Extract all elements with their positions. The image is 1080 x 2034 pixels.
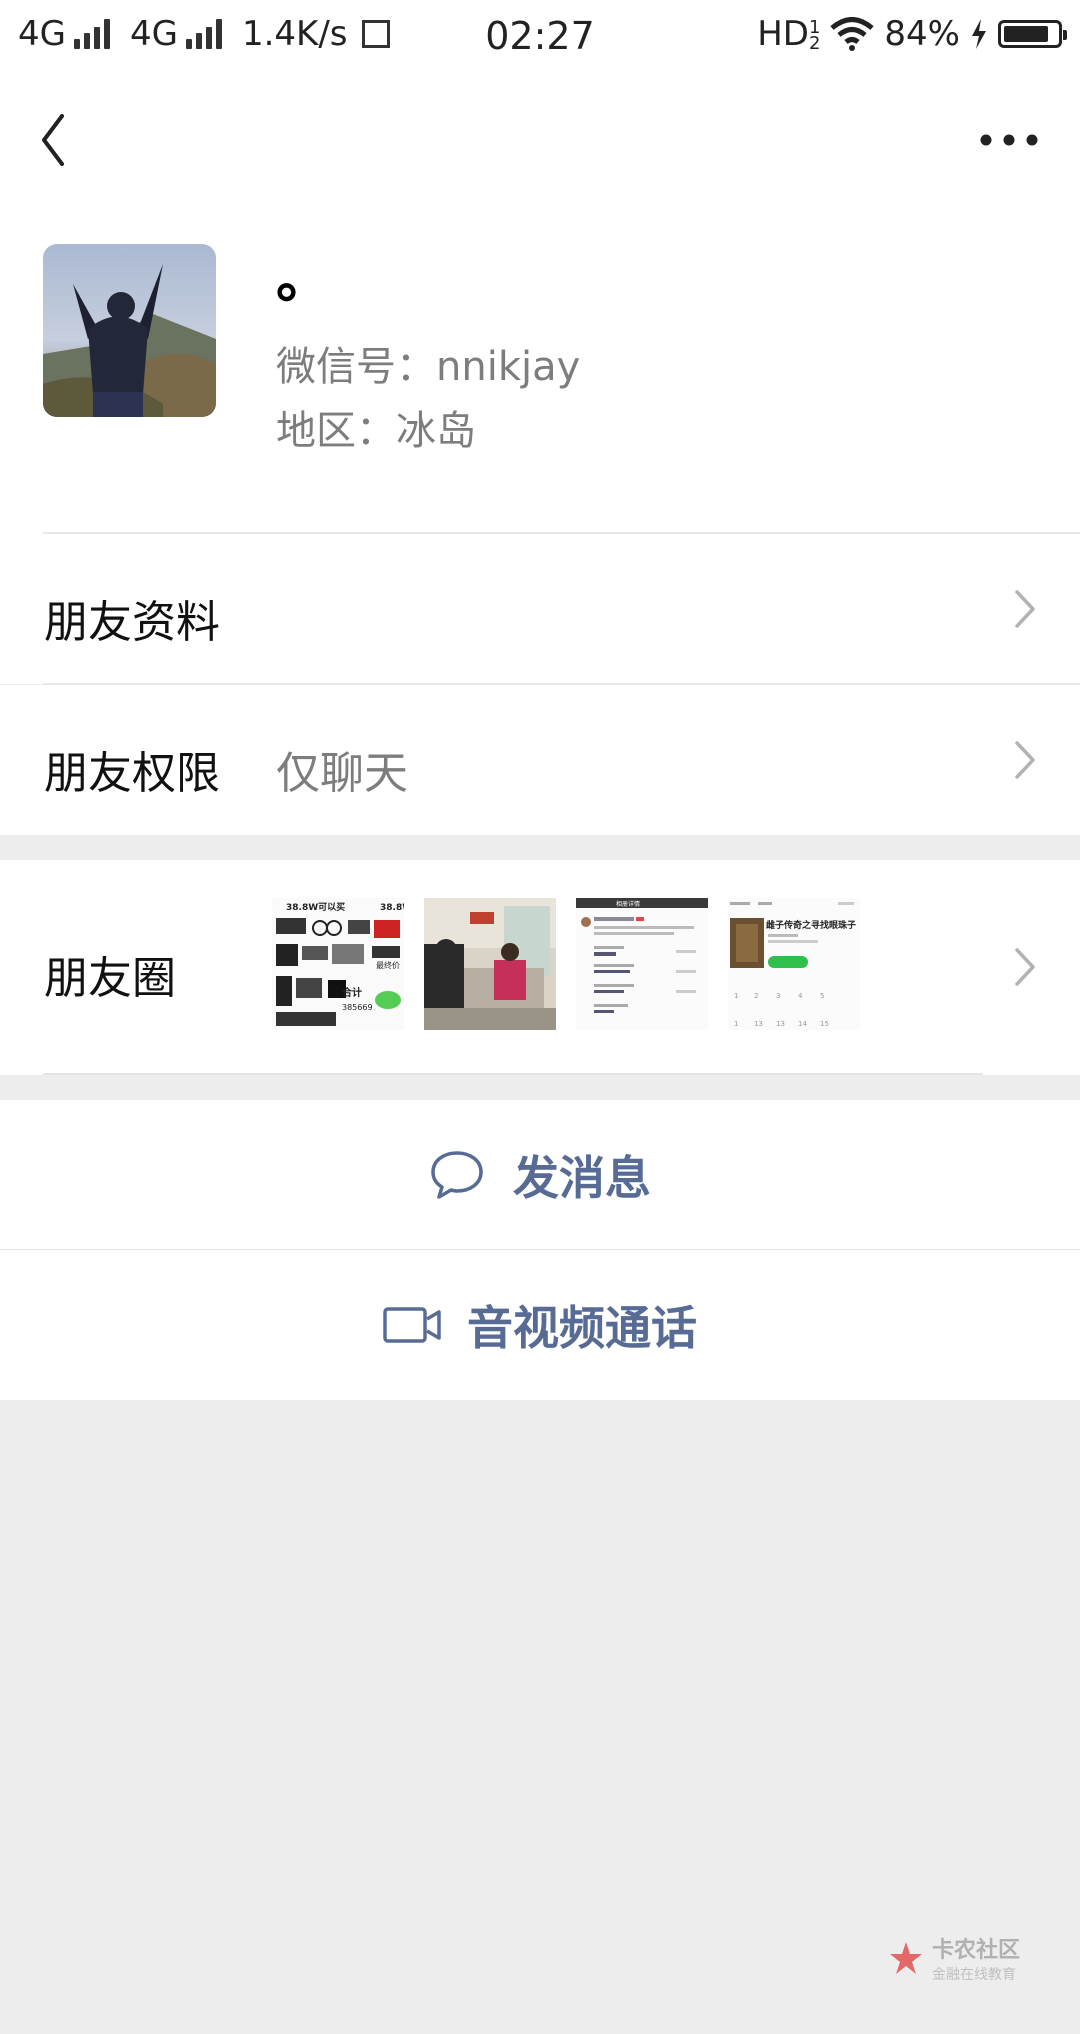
battery-percent: 84% bbox=[884, 14, 960, 54]
thumb-image-1: 38.8W可以买 38.8W 合计 385669 最终价 bbox=[272, 898, 404, 1030]
svg-text:13: 13 bbox=[776, 1020, 785, 1028]
video-camera-icon bbox=[383, 1307, 441, 1343]
thumb-3-caption: 相册详情 bbox=[616, 900, 640, 908]
cell-friend-info[interactable]: 朋友资料 bbox=[0, 534, 1080, 685]
send-message-label: 发消息 bbox=[513, 1151, 651, 1205]
status-left: 4G 4G 1.4K/s bbox=[18, 14, 390, 54]
divider bbox=[43, 1073, 983, 1075]
status-right: HD 1 2 84% bbox=[757, 14, 1067, 54]
battery-icon bbox=[998, 20, 1067, 48]
thumb-1-caption4: 385669 bbox=[342, 1003, 373, 1012]
nav-bar bbox=[0, 74, 1080, 204]
watermark: 卡农社区 金融在线教育 bbox=[888, 1932, 1020, 1984]
cell-friend-permission-value: 仅聊天 bbox=[276, 748, 408, 799]
chevron-right-icon bbox=[1015, 590, 1035, 628]
notification-icon bbox=[361, 20, 390, 48]
watermark-title: 卡农社区 bbox=[931, 1938, 1020, 1963]
thumb-1-caption: 38.8W可以买 bbox=[286, 902, 345, 913]
network-speed: 1.4K/s bbox=[241, 14, 348, 54]
svg-text:4: 4 bbox=[798, 992, 803, 1000]
moments-thumb-4[interactable]: 雌子传奇之寻找眼珠子 1 2 3 4 5 1 13 13 14 15 bbox=[728, 898, 860, 1030]
hd-indicator: HD 1 2 bbox=[757, 14, 820, 54]
watermark-subtitle: 金融在线教育 bbox=[931, 1967, 1016, 1983]
video-call-label: 音视频通话 bbox=[467, 1301, 697, 1355]
network-label-1: 4G bbox=[18, 14, 66, 54]
send-message-button[interactable]: 发消息 bbox=[0, 1100, 1080, 1250]
cell-friend-info-label: 朋友资料 bbox=[44, 597, 220, 648]
chat-bubble-icon bbox=[431, 1151, 483, 1199]
thumb-image-2 bbox=[424, 898, 556, 1030]
more-dots-icon[interactable] bbox=[974, 106, 1044, 170]
cell-friend-permission[interactable]: 朋友权限 仅聊天 bbox=[0, 685, 1080, 835]
thumb-image-3: 相册详情 bbox=[576, 898, 708, 1030]
cell-friend-permission-label: 朋友权限 bbox=[44, 748, 220, 799]
charging-icon bbox=[972, 19, 986, 49]
watermark-logo-icon bbox=[889, 1942, 922, 1974]
moments-thumbnails: 38.8W可以买 38.8W 合计 385669 最终价 bbox=[272, 898, 860, 1030]
avatar[interactable] bbox=[43, 244, 216, 417]
moments-thumb-3[interactable]: 相册详情 bbox=[576, 898, 708, 1030]
wechat-id: 微信号：nnikjay bbox=[276, 344, 581, 390]
profile-header: 。 微信号：nnikjay 地区：冰岛 bbox=[0, 204, 1080, 534]
thumb-4-caption: 雌子传奇之寻找眼珠子 bbox=[766, 919, 856, 931]
status-bar: 4G 4G 1.4K/s 02:27 HD 1 2 84% bbox=[0, 0, 1080, 74]
chevron-right-icon bbox=[1015, 948, 1035, 986]
cell-moments[interactable]: 朋友圈 38.8W可以买 38.8W 合计 385669 最终价 bbox=[0, 860, 1080, 1075]
nickname: 。 bbox=[276, 247, 330, 310]
signal-icon-2 bbox=[185, 19, 222, 49]
svg-text:3: 3 bbox=[776, 992, 780, 1000]
avatar-image bbox=[43, 244, 216, 417]
region: 地区：冰岛 bbox=[276, 408, 476, 454]
thumb-1-caption5: 最终价 bbox=[376, 960, 400, 970]
hd-sub: 2 bbox=[808, 32, 821, 54]
hd-label: HD bbox=[757, 14, 809, 54]
svg-text:15: 15 bbox=[820, 1020, 829, 1028]
moments-thumb-1[interactable]: 38.8W可以买 38.8W 合计 385669 最终价 bbox=[272, 898, 404, 1030]
svg-text:14: 14 bbox=[798, 1020, 807, 1028]
battery-fill bbox=[1004, 26, 1048, 42]
wifi-icon bbox=[830, 17, 875, 51]
chevron-left-icon[interactable] bbox=[36, 106, 100, 170]
thumb-1-caption2: 38.8W bbox=[380, 903, 404, 913]
moments-thumb-2[interactable] bbox=[424, 898, 556, 1030]
video-call-button[interactable]: 音视频通话 bbox=[0, 1250, 1080, 1400]
svg-text:5: 5 bbox=[820, 992, 824, 1000]
svg-text:1: 1 bbox=[734, 992, 738, 1000]
svg-text:1: 1 bbox=[734, 1020, 738, 1028]
chevron-right-icon bbox=[1015, 741, 1035, 779]
thumb-image-4: 雌子传奇之寻找眼珠子 1 2 3 4 5 1 13 13 14 15 bbox=[728, 898, 860, 1030]
svg-text:13: 13 bbox=[754, 1020, 763, 1028]
signal-icon bbox=[73, 19, 110, 49]
svg-text:2: 2 bbox=[754, 992, 758, 1000]
thumb-1-caption3: 合计 bbox=[341, 986, 362, 999]
network-label-2: 4G bbox=[129, 14, 178, 54]
cell-moments-label: 朋友圈 bbox=[44, 953, 176, 1004]
